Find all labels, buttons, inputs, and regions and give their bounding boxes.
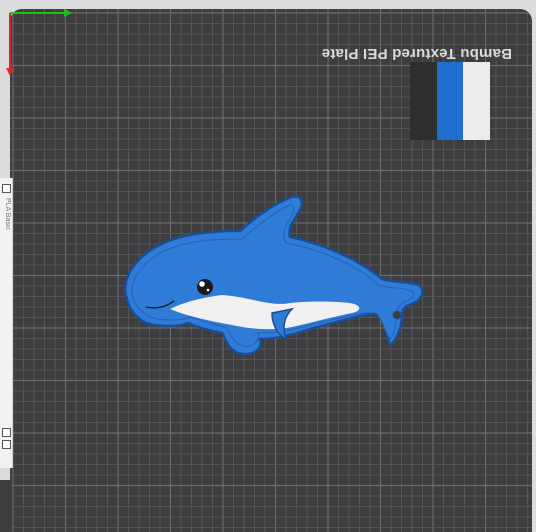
- dolphin-eye: [197, 279, 213, 295]
- object-list-panel: PLA Basic: [0, 178, 13, 468]
- panel-toggle-icon[interactable]: [2, 428, 11, 437]
- dolphin-eye-highlight: [199, 281, 205, 287]
- panel-filament-text: PLA Basic: [4, 198, 11, 230]
- keyring-hole: [392, 310, 402, 320]
- plate-edge: [0, 480, 12, 532]
- 3d-viewport[interactable]: Bambu Textured PEI Plate PLA Basic: [0, 0, 536, 532]
- panel-checkbox-icon[interactable]: [2, 184, 11, 193]
- x-axis-arrow-icon: [64, 9, 72, 17]
- dolphin-model[interactable]: [10, 9, 532, 532]
- dolphin-eye-highlight-small: [206, 288, 210, 292]
- axis-gizmo: [6, 9, 72, 76]
- y-axis-arrow-icon: [6, 68, 14, 76]
- panel-toggle-icon-2[interactable]: [2, 440, 11, 449]
- build-plate[interactable]: Bambu Textured PEI Plate: [10, 9, 532, 532]
